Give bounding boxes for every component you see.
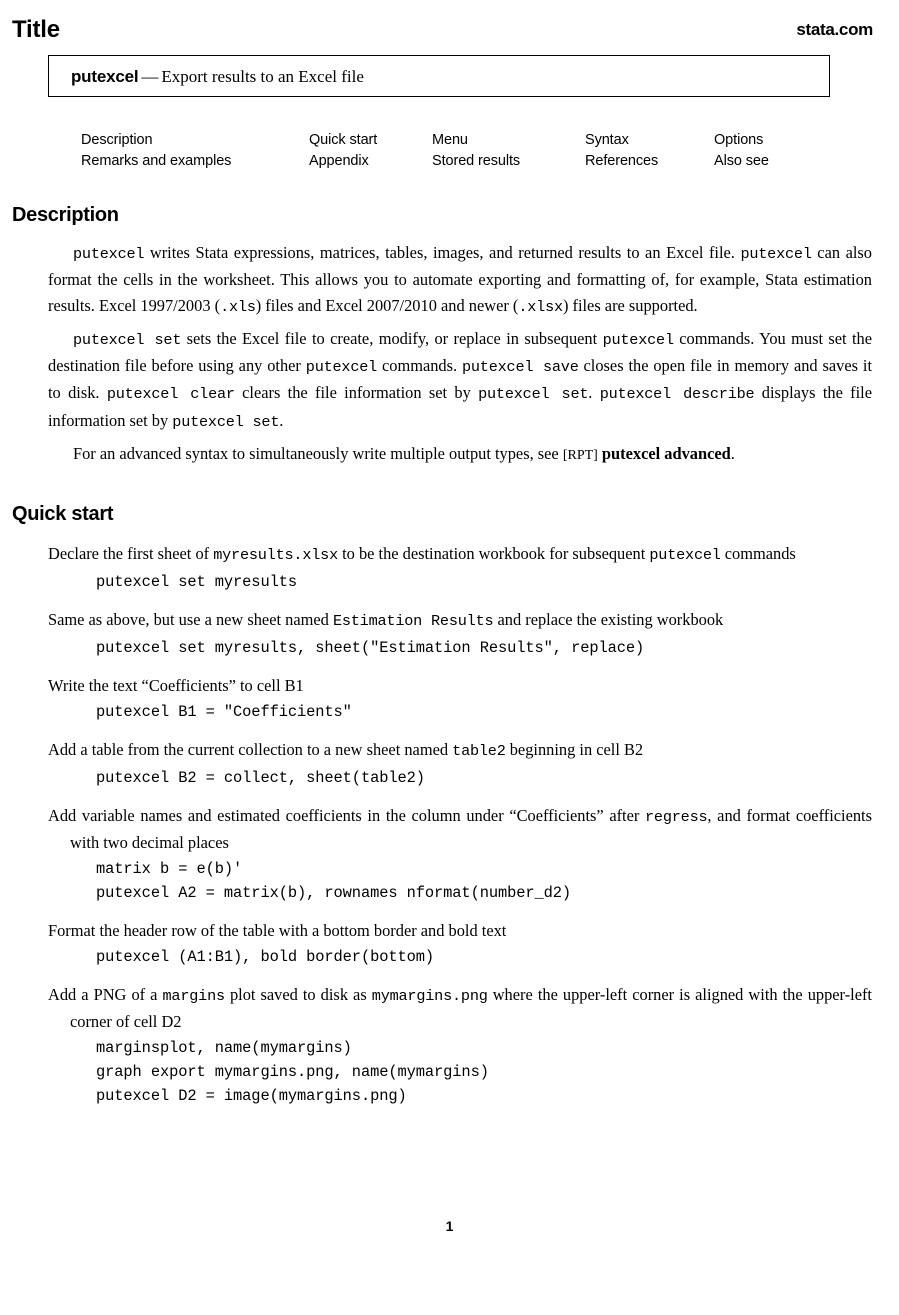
inline-code: putexcel set xyxy=(478,385,589,404)
inline-code: .xlsx xyxy=(518,297,563,316)
command-description: Export results to an Excel file xyxy=(161,67,364,86)
quick-start-entry: Same as above, but use a new sheet named… xyxy=(48,607,872,660)
quick-start-description: Add a PNG of a margins plot saved to dis… xyxy=(48,982,872,1034)
text-run: . xyxy=(279,410,284,430)
inline-code: Estimation Results xyxy=(332,612,494,630)
quick-start-description: Declare the first sheet of myresults.xls… xyxy=(48,541,872,568)
text-run: beginning in cell B2 xyxy=(505,740,644,759)
text-run: Add a table from the current collection … xyxy=(48,740,453,759)
command-title-text: putexcel — Export results to an Excel file xyxy=(71,65,364,89)
manual-reference-tag: [RPT] xyxy=(562,448,598,464)
text-run: Format the header row of the table with … xyxy=(48,921,507,940)
text-run: sets the Excel file to create, modify, o… xyxy=(181,328,603,348)
nav-link-menu[interactable]: Menu xyxy=(432,130,520,151)
nav-link-stored-results[interactable]: Stored results xyxy=(432,151,520,172)
nav-column-5: Options Also see xyxy=(714,130,769,172)
text-run: ) files and Excel 2007/2010 and newer ( xyxy=(255,295,519,315)
nav-link-syntax[interactable]: Syntax xyxy=(585,130,658,151)
inline-code: putexcel clear xyxy=(106,385,235,404)
text-run: writes Stata expressions, matrices, tabl… xyxy=(144,243,741,262)
document-page: Title stata.com putexcel — Export results … xyxy=(0,0,899,1315)
quick-start-entry: Write the text “Coefficients” to cell B1… xyxy=(48,673,872,724)
nav-column-2: Quick start Appendix xyxy=(309,130,377,172)
inline-code: margins xyxy=(162,987,226,1005)
inline-code: putexcel xyxy=(602,330,675,349)
description-body: putexcel writes Stata expressions, matri… xyxy=(48,240,872,468)
inline-code: putexcel describe xyxy=(599,385,755,404)
inline-code: putexcel xyxy=(305,358,378,377)
text-run: to be the destination workbook for subse… xyxy=(338,544,650,563)
cross-reference-link[interactable]: putexcel advanced xyxy=(602,444,731,463)
description-paragraph-3: For an advanced syntax to simultaneously… xyxy=(48,441,872,468)
quick-start-description: Format the header row of the table with … xyxy=(48,918,872,943)
quick-start-code: putexcel B1 = "Coefficients" xyxy=(96,703,352,721)
quick-start-entry: Format the header row of the table with … xyxy=(48,918,872,969)
quick-start-code: putexcel set myresults xyxy=(96,573,297,591)
nav-column-1: Description Remarks and examples xyxy=(81,130,231,172)
command-title-box: putexcel — Export results to an Excel file xyxy=(48,55,830,97)
heading-quick-start: Quick start xyxy=(12,503,114,525)
quick-start-entry: Add variable names and estimated coeffic… xyxy=(48,803,872,905)
inline-code: regress xyxy=(645,808,708,826)
text-run: Same as above, but use a new sheet named xyxy=(48,610,333,629)
nav-link-quick-start[interactable]: Quick start xyxy=(309,130,377,151)
description-paragraph-1: putexcel writes Stata expressions, matri… xyxy=(48,240,872,320)
nav-link-remarks-and-examples[interactable]: Remarks and examples xyxy=(81,151,231,172)
quick-start-code: marginsplot, name(mymargins) graph expor… xyxy=(96,1039,489,1105)
quick-start-code: putexcel (A1:B1), bold border(bottom) xyxy=(96,948,435,966)
nav-column-3: Menu Stored results xyxy=(432,130,520,172)
text-run: . xyxy=(730,444,735,464)
quick-start-description: Write the text “Coefficients” to cell B1 xyxy=(48,673,872,698)
quick-start-description: Add a table from the current collection … xyxy=(48,737,872,764)
quick-start-description: Add variable names and estimated coeffic… xyxy=(48,803,872,855)
text-run: Add variable names and estimated coeffic… xyxy=(48,806,646,825)
description-paragraph-2: putexcel set sets the Excel file to crea… xyxy=(48,326,872,435)
text-run: Write the text “Coefficients” to cell B1 xyxy=(48,676,304,695)
nav-link-appendix[interactable]: Appendix xyxy=(309,151,377,172)
page-header: Title stata.com xyxy=(12,16,873,46)
text-run: Declare the first sheet of xyxy=(48,544,214,563)
inline-code: table2 xyxy=(452,742,506,760)
quick-start-entry: Add a table from the current collection … xyxy=(48,737,872,790)
quick-start-entry: Add a PNG of a margins plot saved to dis… xyxy=(48,982,872,1108)
nav-link-options[interactable]: Options xyxy=(714,130,769,151)
text-run: commands. xyxy=(377,356,462,376)
inline-code: .xls xyxy=(220,297,256,316)
nav-link-description[interactable]: Description xyxy=(81,130,231,151)
quick-start-code: matrix b = e(b)' putexcel A2 = matrix(b)… xyxy=(96,860,572,902)
text-run: . xyxy=(588,383,600,403)
quick-start-description: Same as above, but use a new sheet named… xyxy=(48,607,872,634)
inline-code: putexcel save xyxy=(461,358,579,377)
nav-link-references[interactable]: References xyxy=(585,151,658,172)
inline-code: putexcel set xyxy=(172,412,280,431)
heading-description: Description xyxy=(12,204,119,226)
text-run: ) files are supported. xyxy=(562,295,698,315)
text-run: clears the file information set by xyxy=(234,383,479,403)
page-title: Title xyxy=(12,16,60,43)
stata-com-link[interactable]: stata.com xyxy=(796,16,873,44)
text-run: For an advanced syntax to simultaneously… xyxy=(73,444,563,464)
inline-code: putexcel set xyxy=(73,330,182,349)
page-number: 1 xyxy=(445,1218,454,1234)
text-run: commands xyxy=(720,544,796,563)
text-run: plot saved to disk as xyxy=(224,985,372,1004)
nav-link-also-see[interactable]: Also see xyxy=(714,151,769,172)
title-dash: — xyxy=(141,67,159,86)
inline-code: putexcel xyxy=(649,546,721,564)
quick-start-body: Declare the first sheet of myresults.xls… xyxy=(48,541,872,1121)
inline-code: putexcel xyxy=(73,245,145,263)
inline-code: mymargins.png xyxy=(371,987,488,1005)
quick-start-entry: Declare the first sheet of myresults.xls… xyxy=(48,541,872,594)
command-name: putexcel xyxy=(71,67,139,86)
inline-code: putexcel xyxy=(740,245,812,263)
nav-column-4: Syntax References xyxy=(585,130,658,172)
quick-start-code: putexcel B2 = collect, sheet(table2) xyxy=(96,769,425,787)
inline-code: myresults.xlsx xyxy=(213,546,338,564)
text-run: and replace the existing workbook xyxy=(493,610,724,629)
text-run: Add a PNG of a xyxy=(48,985,163,1004)
quick-start-code: putexcel set myresults, sheet("Estimatio… xyxy=(96,639,645,657)
